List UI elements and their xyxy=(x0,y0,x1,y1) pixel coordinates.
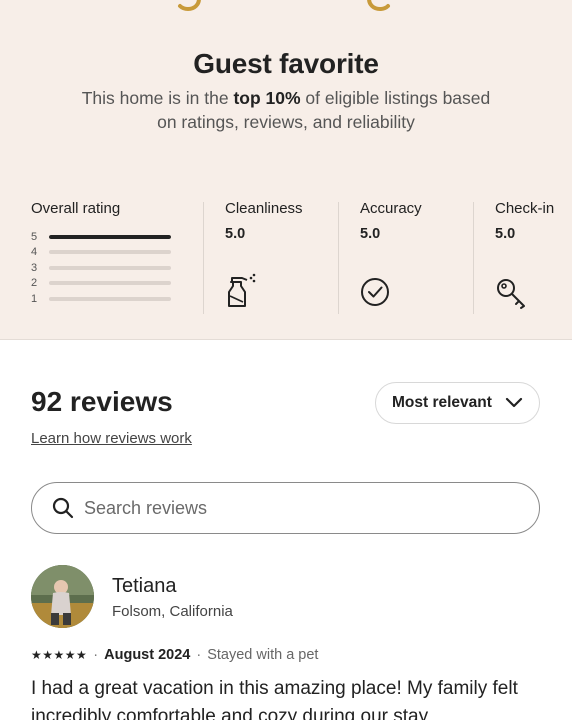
key-icon xyxy=(497,279,525,309)
separator-dot: · xyxy=(93,647,99,663)
laurel-left-icon xyxy=(178,0,201,11)
subtitle-highlight: top 10% xyxy=(233,88,301,108)
rating-category-check-in: Check-in 5.0 xyxy=(495,200,572,309)
histogram-track xyxy=(49,265,171,270)
reviews-count-heading: 92 reviews xyxy=(31,386,173,417)
guest-favorite-banner: Guest favorite This home is in the top 1… xyxy=(0,0,572,340)
histogram-row: 1 xyxy=(31,291,191,307)
rating-histogram: 5 4 3 2 1 xyxy=(31,229,191,307)
stay-type: Stayed with a pet xyxy=(207,647,319,663)
learn-how-reviews-work-link[interactable]: Learn how reviews work xyxy=(31,430,192,447)
rating-category-accuracy: Accuracy 5.0 xyxy=(360,200,480,306)
avatar-photo xyxy=(31,565,94,628)
category-label: Accuracy xyxy=(360,200,422,217)
histogram-row: 3 xyxy=(31,260,191,276)
category-label: Check-in xyxy=(495,200,555,217)
overall-rating: Overall rating 5 4 3 2 1 xyxy=(31,200,191,307)
category-label: Cleanliness xyxy=(225,200,303,217)
histogram-row: 2 xyxy=(31,276,191,292)
histogram-fill xyxy=(49,234,171,239)
column-divider xyxy=(203,202,204,314)
laurel-right-icon xyxy=(367,0,390,11)
search-reviews-input[interactable] xyxy=(84,497,484,519)
check-circle-icon xyxy=(361,278,389,306)
review-date: August 2024 xyxy=(104,647,191,663)
search-reviews-field[interactable] xyxy=(31,482,540,534)
column-divider xyxy=(473,202,474,314)
histogram-track xyxy=(49,250,171,255)
guest-favorite-title: Guest favorite xyxy=(193,48,379,79)
category-score: 5.0 xyxy=(225,226,246,242)
review-meta: ★★★★★ · August 2024 · Stayed with a pet xyxy=(31,646,318,664)
histogram-star-label: 3 xyxy=(31,261,38,274)
histogram-star-label: 5 xyxy=(31,230,38,243)
category-score: 5.0 xyxy=(360,226,381,242)
subtitle-text: This home is in the xyxy=(81,88,234,108)
histogram-row: 4 xyxy=(31,245,191,261)
histogram-track xyxy=(49,281,171,286)
reviewer-name: Tetiana xyxy=(112,575,177,597)
column-divider xyxy=(338,202,339,314)
spray-bottle-icon xyxy=(228,273,256,307)
rating-breakdown: Overall rating 5 4 3 2 1 Cleanliness 5.0… xyxy=(0,200,572,316)
overall-rating-label: Overall rating xyxy=(31,200,121,217)
reviewer-location: Folsom, California xyxy=(112,603,233,620)
chevron-down-icon xyxy=(505,397,523,408)
histogram-star-label: 1 xyxy=(31,292,38,305)
review-body: I had a great vacation in this amazing p… xyxy=(31,678,518,720)
star-rating: ★★★★★ xyxy=(31,648,88,662)
sort-dropdown[interactable]: Most relevant xyxy=(375,382,540,424)
histogram-track xyxy=(49,234,171,239)
search-icon xyxy=(52,497,74,519)
histogram-star-label: 2 xyxy=(31,277,38,290)
sort-dropdown-label: Most relevant xyxy=(392,394,492,411)
histogram-star-label: 4 xyxy=(31,246,38,259)
histogram-track xyxy=(49,296,171,301)
histogram-row: 5 xyxy=(31,229,191,245)
guest-favorite-subtitle: This home is in the top 10% of eligible … xyxy=(70,86,502,134)
separator-dot: · xyxy=(196,647,202,663)
rating-category-cleanliness: Cleanliness 5.0 xyxy=(225,200,345,307)
avatar[interactable] xyxy=(31,565,94,628)
category-score: 5.0 xyxy=(495,226,516,242)
